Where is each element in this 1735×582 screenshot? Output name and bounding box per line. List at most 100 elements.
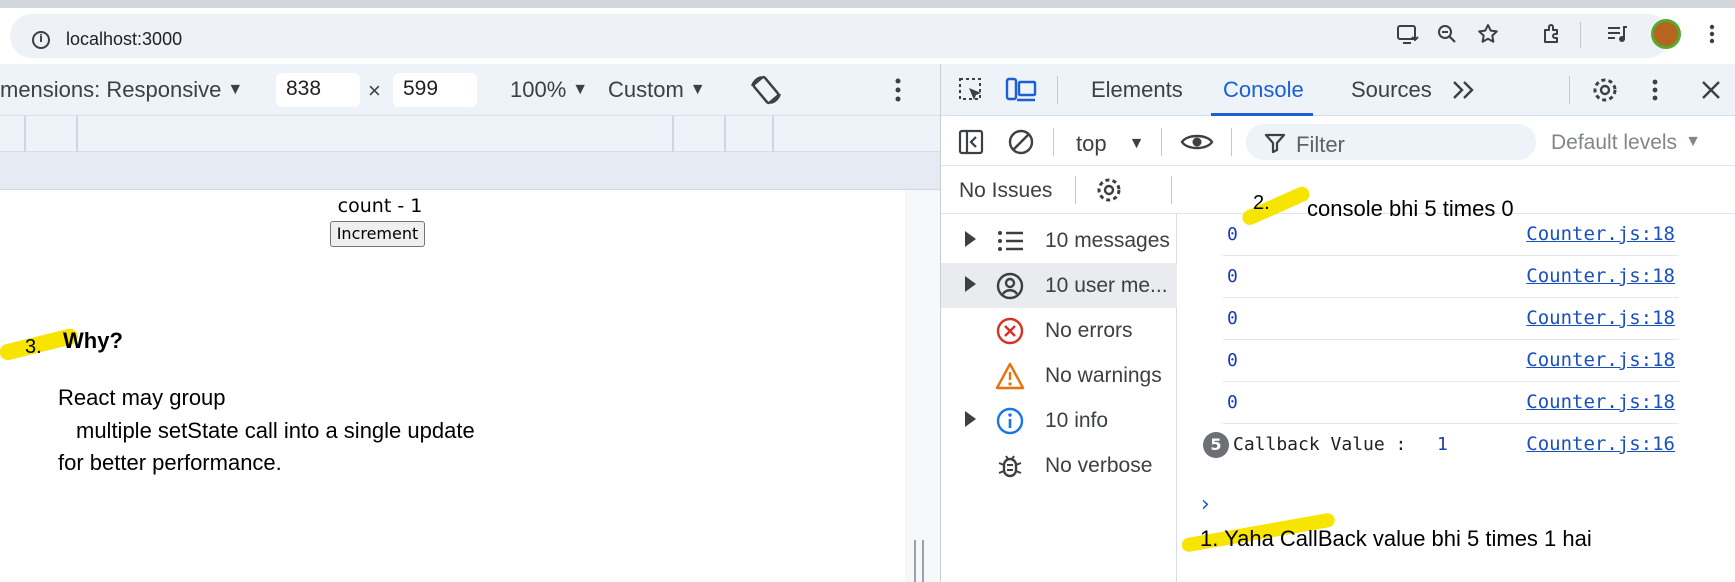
tab-elements[interactable]: Elements — [1091, 77, 1183, 103]
site-info-icon[interactable] — [32, 31, 50, 49]
sidebar-item-label: No warnings — [1045, 364, 1162, 387]
sidebar-item-warnings[interactable]: No warnings — [941, 353, 1177, 398]
issues-text[interactable]: No Issues — [959, 179, 1052, 203]
log-value: 0 — [1227, 224, 1238, 245]
sidebar-item-user-messages[interactable]: 10 user me... — [941, 263, 1177, 308]
rotate-icon[interactable] — [748, 72, 784, 108]
ruler-bar — [0, 152, 940, 190]
devtools-menu-icon[interactable] — [1645, 76, 1665, 104]
zoom-dropdown[interactable]: 100% ▼ — [510, 77, 588, 103]
issues-separator — [1171, 176, 1172, 204]
log-source-link[interactable]: Counter.js:18 — [1526, 307, 1675, 329]
log-value: 0 — [1227, 350, 1238, 371]
media-query-bar[interactable] — [0, 116, 940, 152]
expand-arrow-icon[interactable] — [965, 231, 976, 247]
context-label: top — [1076, 131, 1107, 156]
dimensions-label: mensions: Responsive — [0, 77, 222, 102]
list-icon — [998, 231, 1023, 251]
throttle-label: Custom — [608, 77, 684, 102]
console-grouped-log-row: 5 Callback Value : 1 Counter.js:16 — [1177, 424, 1679, 466]
inspect-element-icon[interactable] — [957, 76, 985, 104]
media-query-divider — [24, 116, 26, 152]
sidebar-item-label: 10 messages — [1045, 229, 1170, 252]
console-log-row: 0 Counter.js:18 — [1223, 382, 1679, 424]
browser-menu-icon[interactable] — [1702, 22, 1722, 46]
tab-console[interactable]: Console — [1223, 77, 1304, 103]
sidebar-item-verbose[interactable]: No verbose — [941, 443, 1177, 488]
log-source-link[interactable]: Counter.js:16 — [1526, 433, 1675, 455]
url-text[interactable]: localhost:3000 — [66, 29, 182, 50]
width-input[interactable]: 838 — [276, 73, 360, 107]
console-sidebar: 10 messages 10 user me... No errors No w… — [941, 214, 1177, 582]
height-input[interactable]: 599 — [393, 73, 477, 107]
log-value: 0 — [1227, 308, 1238, 329]
sidebar-item-messages[interactable]: 10 messages — [941, 218, 1177, 263]
omnibox[interactable]: localhost:3000 — [10, 14, 1670, 58]
resize-handle[interactable] — [914, 540, 924, 582]
device-toolbar: mensions: Responsive ▼ 838 × 599 100% ▼ Cu… — [0, 64, 940, 116]
bug-icon — [998, 455, 1022, 478]
why-title: Why? — [63, 328, 123, 353]
tab-separator — [1569, 76, 1570, 104]
why-line-1: React may group — [58, 385, 226, 410]
console-prompt-icon[interactable]: › — [1201, 492, 1210, 517]
times-sign: × — [368, 78, 381, 103]
devtools-panel: Elements Console Sources top ▼ Filter Def… — [940, 64, 1735, 582]
why-number: 3. — [25, 336, 42, 358]
close-devtools-icon[interactable] — [1699, 78, 1723, 102]
device-more-icon[interactable] — [888, 74, 908, 106]
log-value: 0 — [1227, 266, 1238, 287]
expand-arrow-icon[interactable] — [965, 276, 976, 292]
log-source-link[interactable]: Counter.js:18 — [1526, 223, 1675, 245]
filter-icon — [1264, 133, 1286, 154]
filter-placeholder: Filter — [1296, 132, 1345, 157]
media-controls-icon[interactable] — [1605, 22, 1629, 46]
dimensions-dropdown[interactable]: mensions: Responsive ▼ — [0, 77, 243, 103]
log-source-link[interactable]: Counter.js:18 — [1526, 391, 1675, 413]
tab-sources[interactable]: Sources — [1351, 77, 1432, 103]
caret-down-icon: ▼ — [572, 81, 589, 98]
caret-down-icon: ▼ — [1685, 133, 1701, 150]
why-line-3: for better performance. — [58, 450, 282, 475]
zoom-icon[interactable] — [1435, 22, 1459, 46]
sidebar-item-errors[interactable]: No errors — [941, 308, 1177, 353]
expand-arrow-icon[interactable] — [965, 411, 976, 427]
log-source-link[interactable]: Counter.js:18 — [1526, 349, 1675, 371]
filter-separator — [1053, 128, 1054, 156]
media-query-divider — [772, 116, 774, 152]
live-expression-eye-icon[interactable] — [1179, 128, 1215, 156]
media-query-divider — [672, 116, 674, 152]
window-top-strip — [0, 0, 1735, 8]
caret-down-icon: ▼ — [689, 81, 706, 98]
device-toggle-icon[interactable] — [1005, 76, 1037, 104]
more-tabs-icon[interactable] — [1451, 78, 1477, 102]
media-query-divider — [76, 116, 78, 152]
profile-avatar[interactable] — [1651, 19, 1681, 49]
issues-separator — [1075, 176, 1076, 204]
sidebar-item-label: No errors — [1045, 319, 1133, 342]
sidebar-item-label: No verbose — [1045, 454, 1153, 477]
warning-icon — [995, 362, 1025, 390]
log-levels-dropdown[interactable]: Default levels ▼ — [1551, 131, 1701, 155]
info-icon — [996, 407, 1024, 435]
context-selector[interactable]: top ▼ — [1076, 131, 1144, 157]
filter-separator — [1161, 128, 1162, 156]
console-log-row: 0 Counter.js:18 — [1223, 256, 1679, 298]
devtools-tab-bar: Elements Console Sources — [941, 64, 1735, 116]
console-settings-gear-icon[interactable] — [1095, 176, 1123, 204]
install-app-icon[interactable] — [1396, 22, 1420, 46]
bookmark-star-icon[interactable] — [1476, 22, 1500, 46]
tab-separator — [1057, 76, 1058, 104]
sidebar-toggle-icon[interactable] — [957, 128, 985, 156]
note-2-number: 2. — [1253, 192, 1270, 214]
increment-button[interactable]: Increment — [330, 221, 425, 247]
filter-input[interactable] — [1246, 124, 1536, 160]
zoom-label: 100% — [510, 77, 567, 102]
toolbar-separator — [1580, 22, 1581, 48]
throttle-dropdown[interactable]: Custom ▼ — [608, 77, 706, 103]
settings-gear-icon[interactable] — [1591, 76, 1619, 104]
sidebar-item-info[interactable]: 10 info — [941, 398, 1177, 443]
extensions-icon[interactable] — [1540, 22, 1564, 46]
clear-console-icon[interactable] — [1007, 128, 1035, 156]
log-source-link[interactable]: Counter.js:18 — [1526, 265, 1675, 287]
